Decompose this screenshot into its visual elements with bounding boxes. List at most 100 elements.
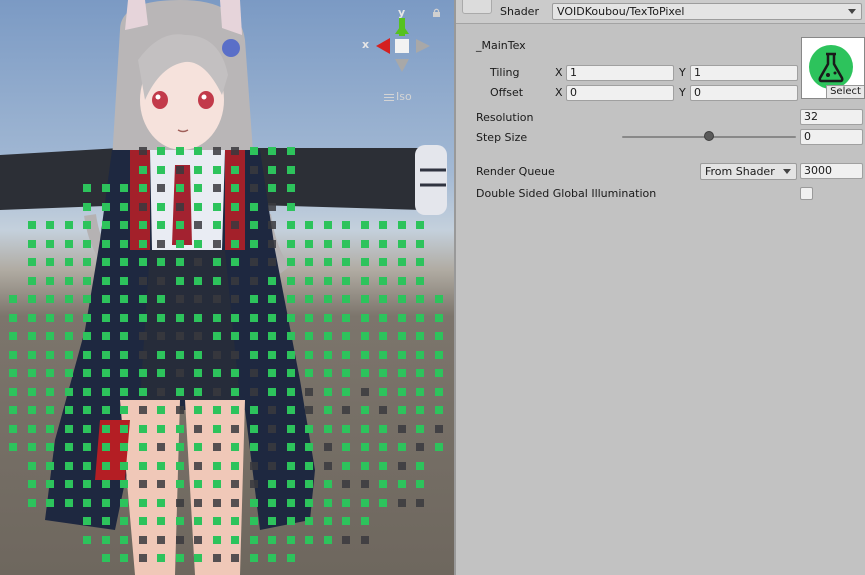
pixel-cell	[157, 203, 165, 211]
pixel-cell	[268, 258, 276, 266]
pixel-cell	[176, 536, 184, 544]
offset-y-field[interactable]: 0	[690, 85, 798, 101]
tiling-y-axis: Y	[679, 66, 686, 79]
orientation-gizmo[interactable]: y x Iso	[362, 4, 442, 104]
projection-toggle[interactable]: Iso	[384, 90, 412, 103]
pixel-cell	[139, 462, 147, 470]
pixel-cell	[120, 554, 128, 562]
pixel-cell	[379, 425, 387, 433]
pixel-cell	[157, 258, 165, 266]
pixel-cell	[120, 369, 128, 377]
pixel-cell	[9, 351, 17, 359]
pixel-cell	[268, 295, 276, 303]
pixel-cell	[250, 369, 258, 377]
gizmo-y-label: y	[398, 6, 406, 19]
pixel-cell	[342, 425, 350, 433]
step-size-field[interactable]: 0	[800, 129, 863, 145]
select-texture-button[interactable]: Select	[826, 85, 864, 98]
pixel-cell	[268, 332, 276, 340]
pixel-cell	[324, 425, 332, 433]
pixel-cell	[213, 295, 221, 303]
pixel-cell	[83, 184, 91, 192]
pixel-cell	[65, 221, 73, 229]
pixel-cell	[9, 295, 17, 303]
offset-x-field[interactable]: 0	[566, 85, 674, 101]
pixel-cell	[342, 351, 350, 359]
pixel-cell	[416, 443, 424, 451]
pixel-cell	[102, 388, 110, 396]
pixel-cell	[120, 480, 128, 488]
resolution-field[interactable]: 32	[800, 109, 863, 125]
pixel-cell	[83, 388, 91, 396]
pixel-cell	[305, 425, 313, 433]
pixel-cell	[231, 203, 239, 211]
pixel-cell	[398, 351, 406, 359]
lock-icon[interactable]	[432, 8, 441, 17]
pixel-cell	[342, 240, 350, 248]
step-size-slider-thumb[interactable]	[704, 131, 714, 141]
pixel-cell	[324, 536, 332, 544]
pixel-cell	[65, 480, 73, 488]
pixel-cell	[324, 517, 332, 525]
pixel-cell	[213, 184, 221, 192]
pixel-cell	[324, 314, 332, 322]
shader-dropdown[interactable]: VOIDKoubou/TexToPixel	[552, 3, 862, 20]
render-queue-dropdown[interactable]: From Shader	[700, 163, 797, 180]
pixel-cell	[213, 425, 221, 433]
pixel-cell	[287, 295, 295, 303]
pixel-cell	[65, 258, 73, 266]
pixel-cell	[379, 462, 387, 470]
pixel-cell	[435, 388, 443, 396]
pixel-cell	[416, 425, 424, 433]
pixel-cell	[28, 462, 36, 470]
render-queue-field[interactable]: 3000	[800, 163, 863, 179]
pixel-cell	[139, 499, 147, 507]
pixel-cell	[305, 499, 313, 507]
pixel-cell	[102, 314, 110, 322]
pixel-cell	[194, 536, 202, 544]
pixel-cell	[287, 499, 295, 507]
pixel-cell	[83, 258, 91, 266]
pixel-cell	[102, 462, 110, 470]
tiling-y-field[interactable]: 1	[690, 65, 798, 81]
main-tex-slot[interactable]: Select	[801, 37, 865, 99]
pixel-cell	[46, 258, 54, 266]
pixel-cell	[361, 295, 369, 303]
pixel-cell	[231, 536, 239, 544]
pixel-cell	[250, 351, 258, 359]
main-tex-label: _MainTex	[476, 39, 526, 52]
pixel-cell	[324, 351, 332, 359]
pixel-cell	[83, 332, 91, 340]
pixel-cell	[194, 332, 202, 340]
pixel-cell	[361, 369, 369, 377]
pixel-cell	[28, 443, 36, 451]
pixel-cell	[139, 369, 147, 377]
pixel-cell	[287, 388, 295, 396]
pixel-cell	[139, 221, 147, 229]
pixel-cell	[120, 425, 128, 433]
pixel-cell	[120, 277, 128, 285]
pixel-cell	[213, 554, 221, 562]
pixel-cell	[379, 295, 387, 303]
pixel-cell	[46, 314, 54, 322]
pixel-cell	[176, 332, 184, 340]
pixel-cell	[120, 184, 128, 192]
pixel-cell	[379, 480, 387, 488]
pixel-cell	[83, 443, 91, 451]
pixel-cell	[157, 388, 165, 396]
pixel-cell	[324, 369, 332, 377]
pixel-cell	[361, 462, 369, 470]
pixel-cell	[305, 240, 313, 248]
pixel-cell	[416, 221, 424, 229]
pixel-cell	[139, 203, 147, 211]
pixel-cell	[305, 258, 313, 266]
tiling-x-field[interactable]: 1	[566, 65, 674, 81]
pixel-cell	[361, 536, 369, 544]
pixel-cell	[139, 517, 147, 525]
pixel-cell	[268, 184, 276, 192]
pixel-cell	[231, 480, 239, 488]
pixel-cell	[102, 499, 110, 507]
double-sided-gi-checkbox[interactable]	[800, 187, 813, 200]
scene-view[interactable]: y x Iso	[0, 0, 454, 575]
pixel-cell	[398, 388, 406, 396]
